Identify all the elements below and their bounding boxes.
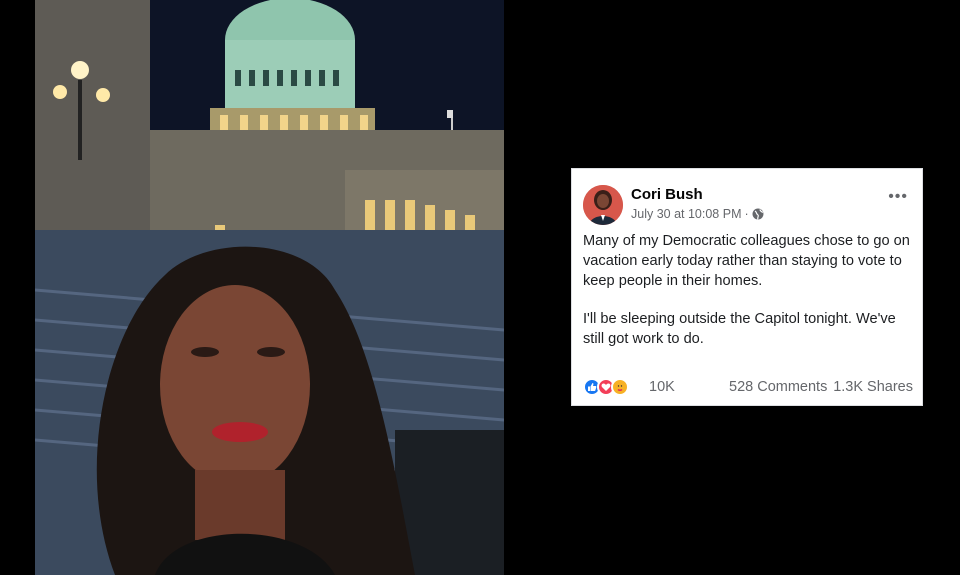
- post-engagement-bar: 10K 528 Comments 1.3K Shares: [583, 378, 913, 398]
- author-name[interactable]: Cori Bush: [631, 186, 703, 203]
- facebook-post-card: Cori Bush July 30 at 10:08 PM · ••• Many…: [571, 168, 923, 406]
- more-options-button[interactable]: •••: [888, 189, 908, 205]
- care-icon: [611, 378, 629, 396]
- reaction-count[interactable]: 10K: [649, 379, 675, 395]
- post-paragraph: Many of my Democratic colleagues chose t…: [583, 233, 910, 289]
- author-avatar[interactable]: [583, 185, 623, 225]
- capitol-selfie-illustration: [35, 0, 504, 575]
- comments-count[interactable]: 528 Comments: [729, 379, 827, 395]
- shares-count[interactable]: 1.3K Shares: [833, 379, 913, 395]
- post-timestamp[interactable]: July 30 at 10:08 PM: [631, 207, 741, 221]
- avatar-portrait: [583, 185, 623, 225]
- reaction-icons[interactable]: [583, 378, 629, 396]
- post-paragraph: I'll be sleeping outside the Capitol ton…: [583, 311, 896, 347]
- selfie-photo: [35, 0, 504, 575]
- meta-separator: ·: [744, 207, 749, 221]
- post-meta: July 30 at 10:08 PM ·: [631, 207, 764, 221]
- globe-icon: [752, 208, 764, 220]
- post-body: Many of my Democratic colleagues chose t…: [583, 231, 915, 367]
